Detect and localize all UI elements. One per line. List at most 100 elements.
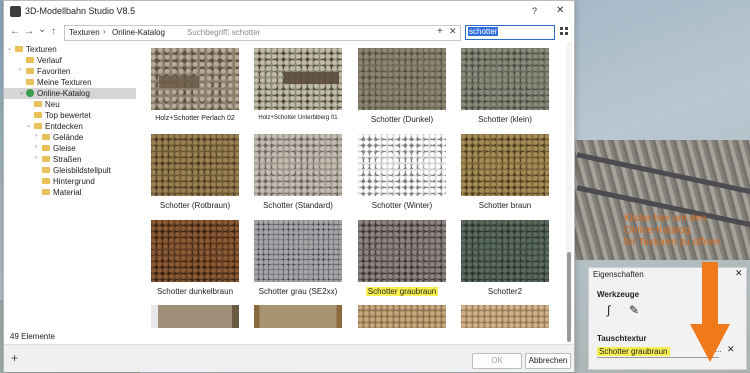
texture-label: Schotter braun [478, 201, 532, 210]
texture-catalog-window: 3D-Modellbahn Studio V8.5 ? ✕ ← → ⌄ ↑ Te… [3, 0, 575, 372]
tree-item-material[interactable]: Material [4, 187, 138, 198]
texture-grid: Holz+Schotter Perlach 02 Holz+Schotter U… [141, 42, 566, 328]
collapse-icon[interactable]: ⌄ [7, 45, 12, 52]
texture-thumbnail [151, 134, 239, 196]
tree-item-gleisbildstellpult[interactable]: Gleisbildstellpult [4, 165, 138, 176]
folder-icon [15, 46, 23, 52]
texture-thumbnail [151, 220, 239, 282]
texture-thumbnail [151, 48, 239, 110]
breadcrumb-texturen[interactable]: Texturen [69, 28, 100, 37]
texture-thumbnail [358, 305, 446, 328]
help-button[interactable]: ? [532, 6, 537, 16]
collapse-icon[interactable]: ⌄ [19, 89, 24, 96]
tree-item-label: Material [53, 188, 82, 197]
folder-icon [34, 112, 42, 118]
tree-item-top-bewertet[interactable]: Top bewertet [4, 110, 138, 121]
clear-path-icon[interactable]: ✕ [449, 26, 457, 37]
orange-arrow-icon [690, 262, 730, 362]
path-bar[interactable]: Texturen › Online-Katalog Suchbegriff: s… [64, 25, 461, 41]
callout-line: für Texturen zu öffnen [624, 237, 721, 248]
category-tree: ⌄ Texturen Verlauf › Favoriten Meine Tex… [4, 42, 138, 327]
tree-item-label: Straßen [53, 155, 82, 164]
texture-thumbnail [151, 305, 239, 328]
texture-thumbnail [358, 48, 446, 110]
app-icon [10, 6, 21, 17]
texture-thumbnail [358, 134, 446, 196]
browse-texture-button[interactable]: ... [715, 345, 722, 354]
tree-item-neu[interactable]: Neu [4, 99, 138, 110]
tree-item-label: Hintergrund [53, 177, 95, 186]
tree-item-label: Meine Texturen [37, 78, 92, 87]
tree-item-label: Online-Katalog [37, 89, 90, 98]
tree-item-verlauf[interactable]: Verlauf [4, 55, 138, 66]
tree-item-gelaende[interactable]: › Gelände [4, 132, 138, 143]
forward-arrow-icon[interactable]: → [24, 26, 34, 37]
texture-thumbnail [461, 220, 549, 282]
grid-scrollbar[interactable] [566, 42, 572, 342]
tree-item-meine-texturen[interactable]: Meine Texturen [4, 77, 138, 88]
status-bar: 49 Elemente [4, 328, 574, 344]
pencil-icon[interactable]: ✎ [629, 303, 639, 317]
texture-label: Schotter dunkelbraun [156, 287, 234, 296]
tree-item-online-katalog[interactable]: ⌄ Online-Katalog [4, 88, 136, 99]
texture-thumbnail [461, 305, 549, 328]
tools-heading: Werkzeuge [597, 290, 640, 299]
breadcrumb-online-katalog[interactable]: Online-Katalog [112, 28, 165, 37]
tree-item-texturen[interactable]: ⌄ Texturen [4, 44, 138, 55]
tree-item-label: Gleise [53, 144, 76, 153]
swap-texture-value: Schotter graubraun [597, 347, 670, 356]
callout-line: Online-Katalog [624, 225, 691, 236]
tutorial-callout: Klicke hier um den Online-Katalog für Te… [624, 213, 740, 249]
expand-icon[interactable]: › [19, 67, 21, 73]
tree-item-entdecken[interactable]: ⌄ Entdecken [4, 121, 138, 132]
expand-icon[interactable]: › [35, 133, 37, 139]
properties-title: Eigenschaften [593, 270, 644, 279]
folder-icon [42, 156, 50, 162]
expand-icon[interactable]: › [35, 155, 37, 161]
title-bar: 3D-Modellbahn Studio V8.5 ? ✕ [4, 1, 574, 23]
texture-label: Schotter2 [487, 287, 523, 296]
folder-icon [26, 79, 34, 85]
expand-icon[interactable]: › [35, 144, 37, 150]
dialog-footer: + OK Abbrechen [4, 344, 574, 372]
tree-item-label: Favoriten [37, 67, 71, 76]
callout-line: Klicke hier um den [624, 213, 707, 224]
back-arrow-icon[interactable]: ← [10, 26, 20, 37]
texture-thumbnail [461, 134, 549, 196]
collapse-icon[interactable]: ⌄ [26, 122, 31, 129]
grid-view-icon[interactable] [560, 27, 568, 35]
add-icon[interactable]: + [11, 351, 18, 365]
clear-swap-texture-icon[interactable]: ✕ [727, 344, 735, 355]
ok-button[interactable]: OK [472, 353, 522, 369]
tree-item-gleise[interactable]: › Gleise [4, 143, 138, 154]
tree-item-strassen[interactable]: › Straßen [4, 154, 138, 165]
cancel-button[interactable]: Abbrechen [525, 353, 571, 369]
texture-thumbnail [254, 134, 342, 196]
highlighted-texture-label: Schotter graubraun [365, 287, 439, 296]
element-count: 49 Elemente [10, 332, 55, 341]
texture-label: Schotter (Rotbraun) [159, 201, 231, 210]
folder-icon [34, 101, 42, 107]
swap-texture-heading: Tauschtextur [597, 334, 647, 343]
history-dropdown-icon[interactable]: ⌄ [38, 24, 46, 35]
search-input[interactable]: schotter [465, 25, 555, 40]
properties-close-icon[interactable]: ✕ [735, 268, 743, 279]
search-value: schotter [468, 27, 499, 36]
texture-thumbnail [358, 220, 446, 282]
texture-label: Holz+Schotter Unterbiberg 01 [258, 115, 338, 121]
texture-label: Holz+Schotter Perlach 02 [155, 115, 235, 122]
tree-item-label: Neu [45, 100, 60, 109]
select-tool-icon[interactable]: ∫ [607, 303, 610, 317]
window-title: 3D-Modellbahn Studio V8.5 [25, 6, 136, 16]
folder-icon [42, 145, 50, 151]
close-button[interactable]: ✕ [556, 5, 564, 16]
texture-thumbnail [254, 48, 342, 110]
search-term-hint: Suchbegriff: schotter [187, 28, 261, 37]
tree-item-favoriten[interactable]: › Favoriten [4, 66, 138, 77]
texture-thumbnail [461, 48, 549, 110]
texture-label: Schotter grau (SE2xx) [258, 287, 338, 296]
tree-item-hintergrund[interactable]: Hintergrund [4, 176, 138, 187]
add-favorite-icon[interactable]: + [437, 26, 443, 37]
folder-icon [42, 167, 50, 173]
up-arrow-icon[interactable]: ↑ [51, 26, 56, 37]
